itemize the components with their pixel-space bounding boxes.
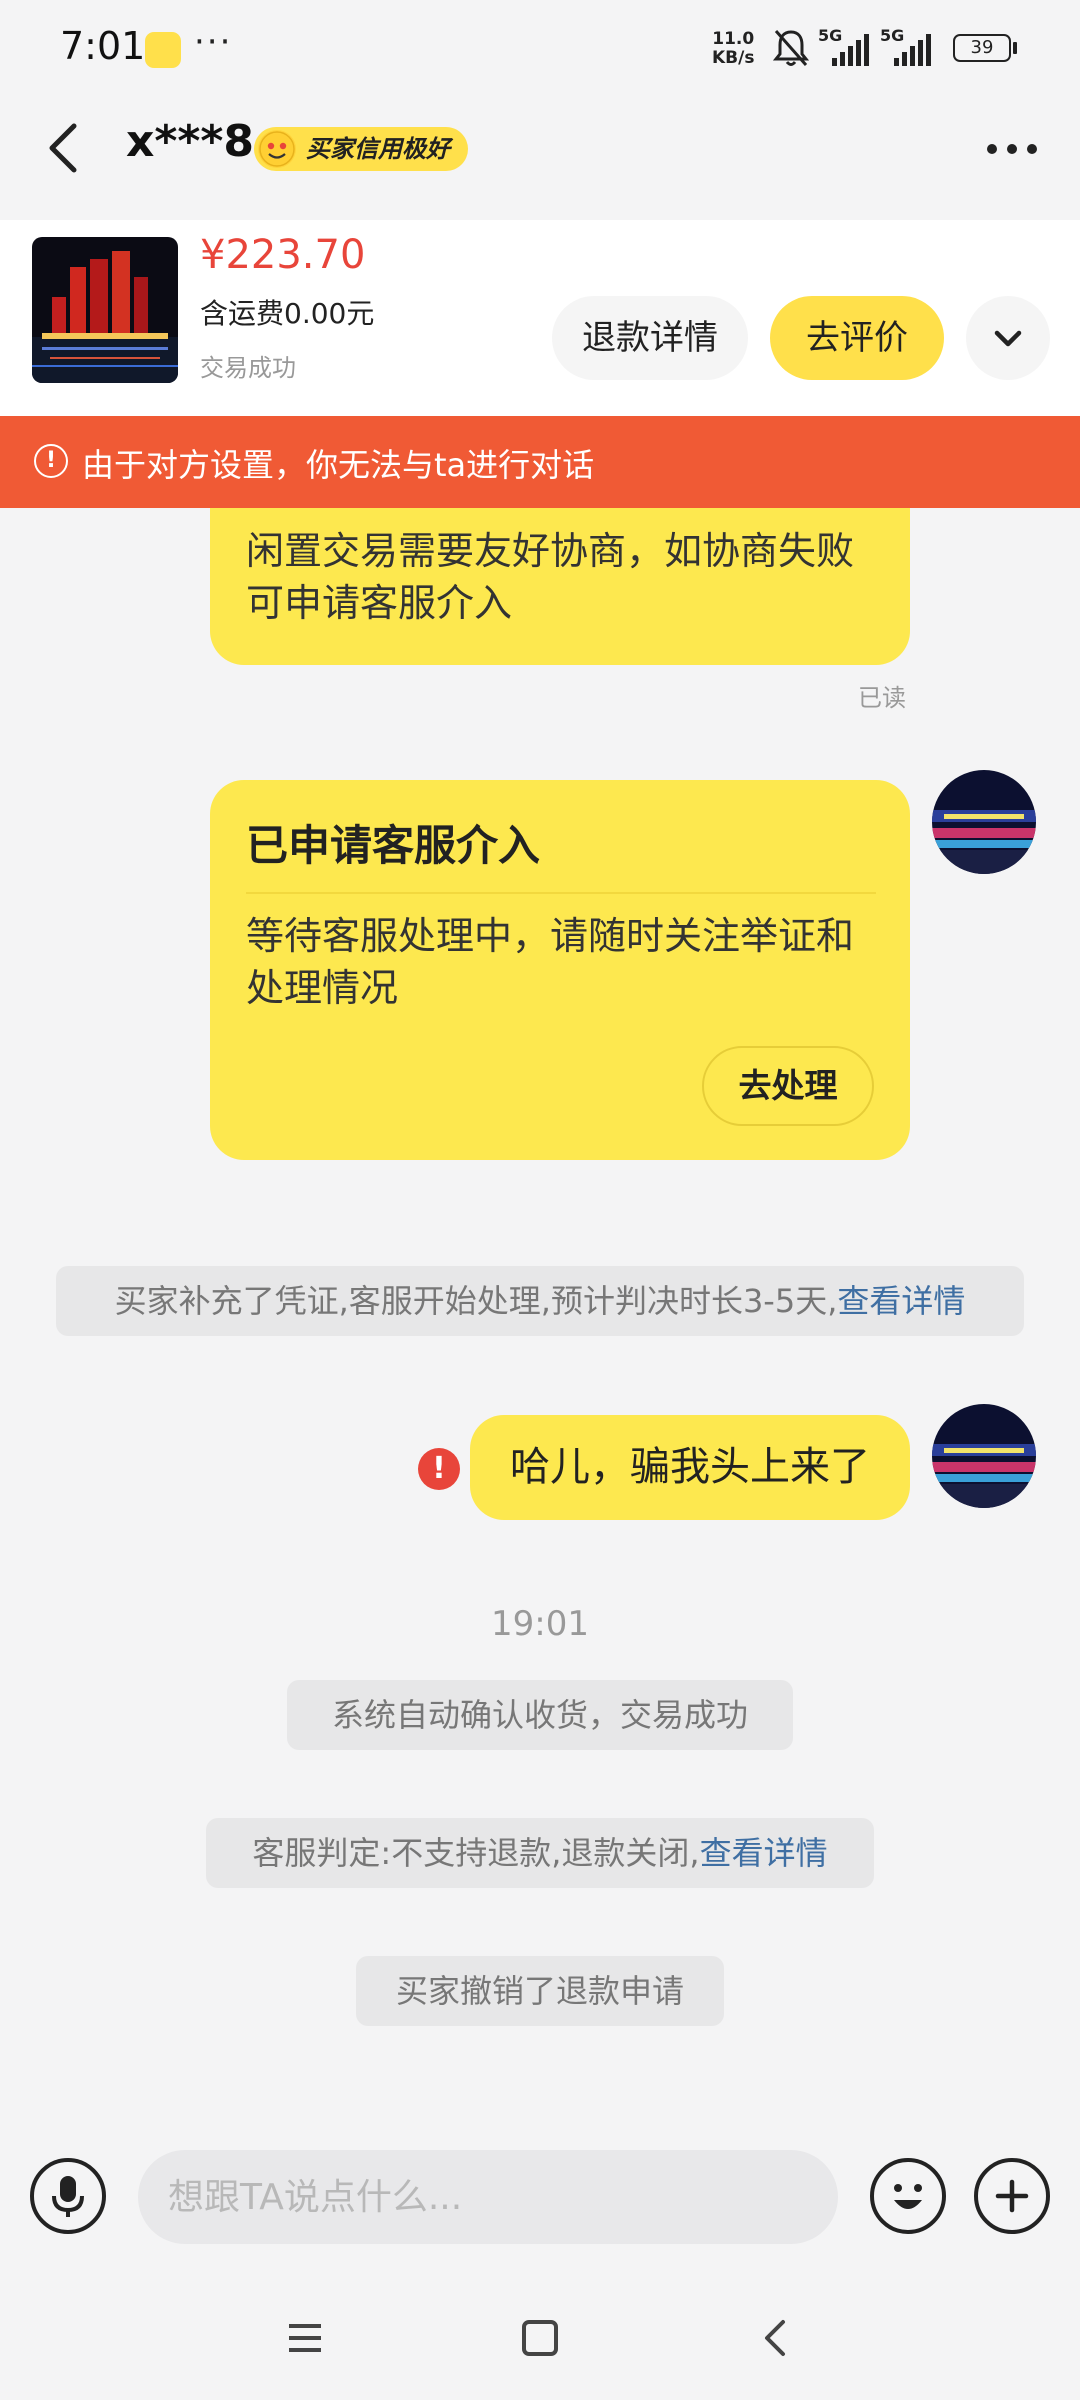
product-price: ¥223.70 xyxy=(200,232,366,278)
product-thumbnail[interactable] xyxy=(32,237,178,383)
emoji-icon xyxy=(894,2184,922,2209)
sim1-label: 5G xyxy=(818,26,843,45)
card-title: 已申请客服介入 xyxy=(246,821,541,870)
voice-button[interactable] xyxy=(30,2158,106,2234)
shipping-fee: 含运费0.00元 xyxy=(200,297,375,330)
battery-icon: 39 xyxy=(953,34,1011,62)
chevron-down-icon xyxy=(994,330,1022,347)
home-icon[interactable] xyxy=(520,2318,560,2358)
message-timestamp: 19:01 xyxy=(491,1604,589,1644)
refund-details-button[interactable]: 退款详情 xyxy=(552,296,748,380)
system-message-text: 买家补充了凭证,客服开始处理,预计判决时长3-5天, xyxy=(114,1282,838,1320)
back-arrow-icon[interactable] xyxy=(42,118,86,178)
system-message: 系统自动确认收货，交易成功 xyxy=(287,1680,793,1750)
plus-icon xyxy=(995,2179,1029,2213)
more-notifications-icon: ··· xyxy=(194,22,233,62)
system-message: 客服判定:不支持退款,退款关闭,查看详情 xyxy=(206,1818,874,1888)
more-actions-button[interactable] xyxy=(974,2158,1050,2234)
message-tip-text: 闲置交易需要友好协商，如协商失败可申请客服介入 xyxy=(246,529,855,625)
recent-apps-icon[interactable] xyxy=(285,2318,325,2358)
system-message: 买家撤销了退款申请 xyxy=(356,1956,724,2026)
signal-icon-sim1: 5G xyxy=(818,26,876,72)
system-message: 买家补充了凭证,客服开始处理,预计判决时长3-5天,查看详情 xyxy=(56,1266,1024,1336)
signal-icon-sim2: 5G xyxy=(880,26,938,72)
handle-button[interactable]: 去处理 xyxy=(702,1046,874,1126)
view-details-link[interactable]: 查看详情 xyxy=(837,1282,965,1320)
card-divider xyxy=(246,892,876,894)
credit-badge: 买家信用极好 xyxy=(254,127,468,171)
order-status: 交易成功 xyxy=(200,354,296,382)
nav-back-icon[interactable] xyxy=(755,2318,795,2358)
alert-circle-icon: ! xyxy=(34,444,68,478)
view-details-link[interactable]: 查看详情 xyxy=(700,1834,828,1872)
review-button[interactable]: 去评价 xyxy=(770,296,944,380)
network-speed-value: 11.0 xyxy=(712,29,755,49)
chat-username[interactable]: x***8 xyxy=(126,116,254,167)
network-speed-unit: KB/s xyxy=(712,48,755,68)
system-message-text: 客服判定:不支持退款,退款关闭, xyxy=(252,1834,700,1872)
status-bar: 7:01 ··· 11.0 KB/s 5G 5G 39 xyxy=(0,0,1080,100)
sim2-label: 5G xyxy=(880,26,905,45)
network-speed: 11.0 KB/s xyxy=(712,30,754,68)
message-input[interactable] xyxy=(138,2150,838,2244)
emoji-button[interactable] xyxy=(870,2158,946,2234)
microphone-icon xyxy=(52,2176,84,2217)
send-failed-icon[interactable]: ! xyxy=(418,1448,460,1490)
expand-actions-button[interactable] xyxy=(966,296,1050,380)
message-bubble-user[interactable]: 哈儿，骗我头上来了 xyxy=(470,1415,910,1520)
status-time: 7:01 xyxy=(60,24,146,68)
card-body: 等待客服处理中，请随时关注举证和处理情况 xyxy=(246,914,855,1010)
bell-off-icon xyxy=(773,30,809,66)
avatar[interactable] xyxy=(932,770,1036,874)
read-receipt: 已读 xyxy=(858,684,906,712)
battery-tip xyxy=(1013,42,1017,54)
more-options-icon[interactable] xyxy=(982,124,1042,174)
warning-banner-text: 由于对方设置，你无法与ta进行对话 xyxy=(82,446,595,484)
smiley-icon xyxy=(258,130,296,168)
avatar[interactable] xyxy=(932,1404,1036,1508)
credit-badge-label: 买家信用极好 xyxy=(306,135,450,163)
app-notification-icon xyxy=(145,32,181,68)
